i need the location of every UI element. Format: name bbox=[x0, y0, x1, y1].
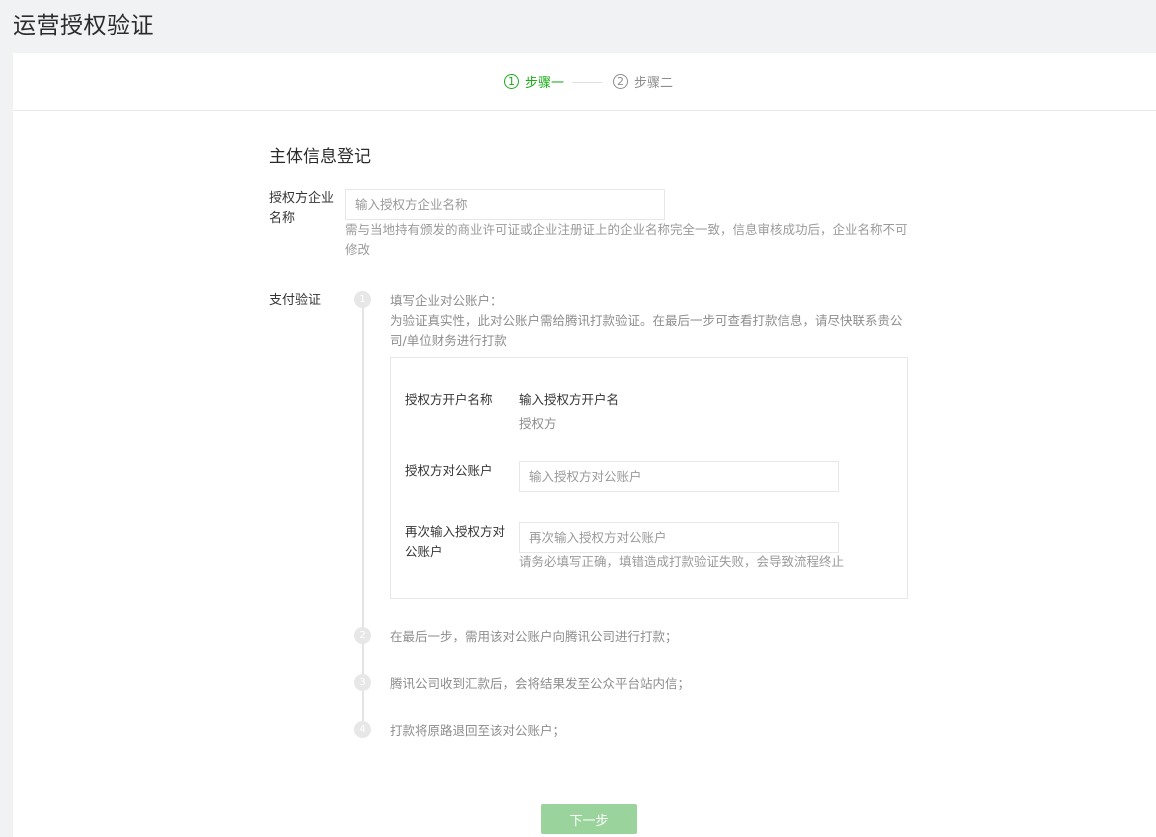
step-connector bbox=[572, 82, 602, 83]
next-step-button[interactable]: 下一步 bbox=[541, 804, 637, 834]
confirm-account-tip: 请务必填写正确，填错造成打款验证失败，会导致流程终止 bbox=[519, 554, 845, 569]
timeline-step-3-text: 腾讯公司收到汇款后，会将结果发至公众平台站内信； bbox=[390, 676, 691, 691]
step-two-label: 步骤二 bbox=[634, 76, 674, 91]
timeline-step-2-text: 在最后一步，需用该对公账户向腾讯公司进行打款； bbox=[390, 629, 678, 644]
company-name-tip: 需与当地持有颁发的商业许可证或企业注册证上的企业名称完全一致，信息审核成功后，企… bbox=[345, 222, 908, 257]
steps-timeline bbox=[362, 297, 364, 731]
main-card: 1 步骤一 2 步骤二 主体信息登记 授权方企业名称 需与当地持有颁发的商业许可… bbox=[13, 53, 1156, 837]
confirm-account-input[interactable] bbox=[519, 522, 839, 553]
account-holder-value: 输入授权方开户名 bbox=[519, 392, 620, 407]
account-holder-sub: 授权方 bbox=[519, 416, 557, 431]
step-one-number: 1 bbox=[504, 74, 519, 89]
step-two: 2 步骤二 bbox=[613, 72, 673, 91]
timeline-step-2-icon: 2 bbox=[354, 627, 371, 644]
timeline-step-1-icon: 1 bbox=[354, 291, 371, 308]
company-name-label: 授权方企业名称 bbox=[269, 191, 335, 226]
payment-verify-label: 支付验证 bbox=[269, 293, 322, 308]
page-title: 运营授权验证 bbox=[13, 13, 154, 39]
timeline-step-4-text: 打款将原路退回至该对公账户； bbox=[390, 723, 566, 738]
confirm-account-label: 再次输入授权方对公账户 bbox=[405, 524, 506, 559]
step-two-number: 2 bbox=[613, 74, 628, 89]
stepper: 1 步骤一 2 步骤二 bbox=[13, 53, 1156, 111]
section-title: 主体信息登记 bbox=[269, 147, 371, 167]
company-name-input[interactable] bbox=[345, 189, 665, 220]
step-one: 1 步骤一 bbox=[504, 72, 564, 91]
timeline-step-1-title: 填写企业对公账户： bbox=[390, 293, 503, 308]
account-info-box: 授权方开户名称 输入授权方开户名 授权方 授权方对公账户 再次输入授权方对公账户… bbox=[390, 357, 908, 599]
account-holder-label: 授权方开户名称 bbox=[405, 392, 493, 407]
timeline-step-3-icon: 3 bbox=[354, 674, 371, 691]
account-number-label: 授权方对公账户 bbox=[405, 463, 493, 478]
account-number-input[interactable] bbox=[519, 461, 839, 492]
step-one-label: 步骤一 bbox=[525, 76, 565, 91]
timeline-step-1-desc: 为验证真实性，此对公账户需给腾讯打款验证。在最后一步可查看打款信息，请尽快联系贵… bbox=[390, 313, 903, 348]
timeline-step-4-icon: 4 bbox=[354, 721, 371, 738]
